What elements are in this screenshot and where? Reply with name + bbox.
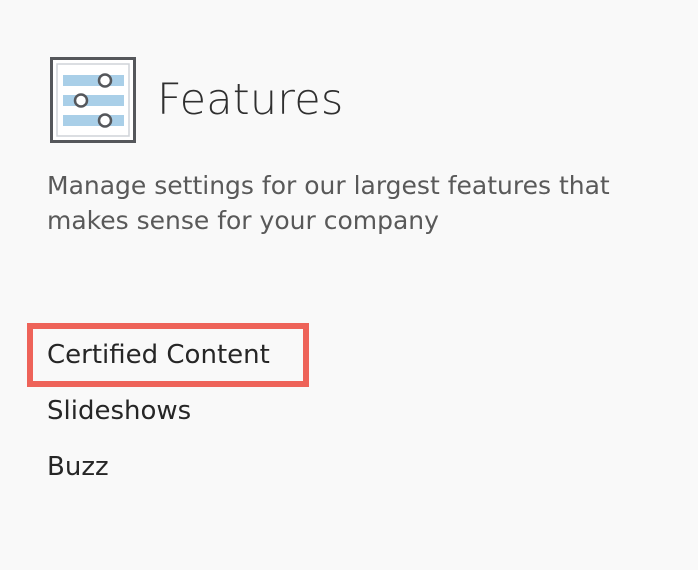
feature-item-slideshows[interactable]: Slideshows	[47, 390, 270, 446]
sliders-icon	[50, 57, 136, 143]
page-title: Features	[157, 74, 344, 125]
feature-item-certified-content[interactable]: Certified Content	[47, 334, 270, 390]
page-description: Manage settings for our largest features…	[47, 171, 610, 235]
feature-item-buzz[interactable]: Buzz	[47, 446, 270, 502]
feature-list: Certified Content Slideshows Buzz	[47, 334, 270, 502]
features-page: Features Manage settings for our largest…	[0, 0, 698, 570]
page-header: Features	[50, 57, 344, 143]
